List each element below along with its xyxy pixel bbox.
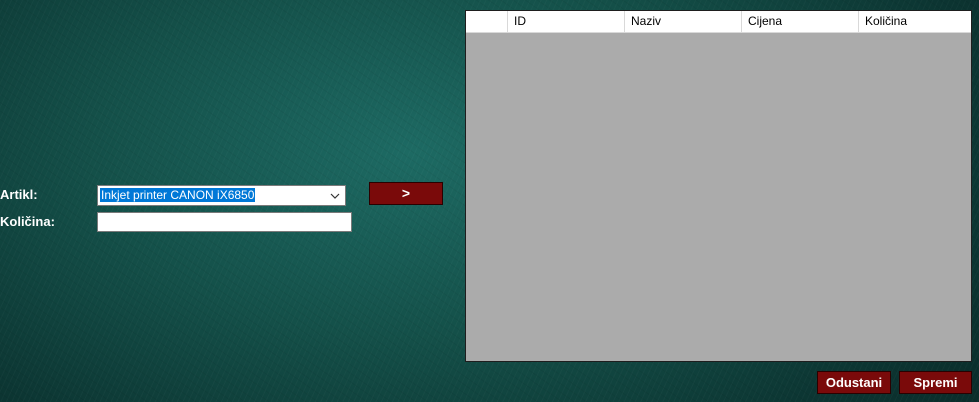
chevron-down-icon[interactable]: [328, 188, 342, 203]
artikl-selected-value: Inkjet printer CANON iX6850: [100, 188, 256, 202]
items-grid[interactable]: ID Naziv Cijena Količina: [465, 10, 972, 362]
column-header-naziv[interactable]: Naziv: [625, 11, 742, 32]
kolicina-input[interactable]: [97, 212, 352, 232]
kolicina-label: Količina:: [0, 214, 55, 229]
column-header-cijena[interactable]: Cijena: [742, 11, 859, 32]
grid-row-header-corner[interactable]: [466, 11, 508, 32]
artikl-label: Artikl:: [0, 187, 38, 202]
save-button[interactable]: Spremi: [899, 371, 972, 394]
artikl-combobox[interactable]: Inkjet printer CANON iX6850: [97, 185, 346, 206]
add-item-button[interactable]: >: [369, 182, 443, 205]
column-header-kolicina[interactable]: Količina: [859, 11, 971, 32]
column-header-id[interactable]: ID: [508, 11, 625, 32]
grid-header: ID Naziv Cijena Količina: [466, 11, 971, 33]
cancel-button[interactable]: Odustani: [817, 371, 891, 394]
